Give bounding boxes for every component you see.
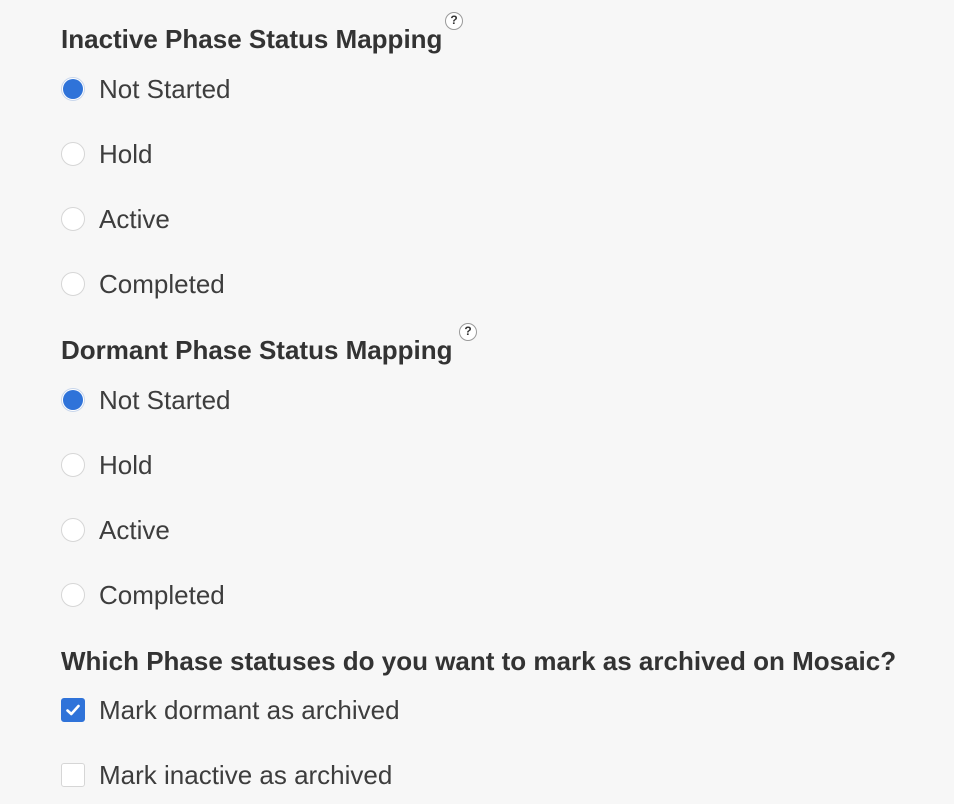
radio-unchecked-icon[interactable] (61, 272, 85, 296)
checkmark-icon (66, 704, 80, 716)
radio-unchecked-icon[interactable] (61, 207, 85, 231)
dormant-help-icon[interactable]: ? (459, 323, 477, 341)
dormant-option-active[interactable]: Active (61, 515, 170, 545)
radio-checked-icon[interactable] (61, 388, 85, 412)
radio-unchecked-icon[interactable] (61, 453, 85, 477)
dormant-option-hold[interactable]: Hold (61, 450, 152, 480)
checkbox-unchecked-icon[interactable] (61, 763, 85, 787)
dormant-option-not-started[interactable]: Not Started (61, 385, 231, 415)
radio-unchecked-icon[interactable] (61, 518, 85, 542)
mark-inactive-archived-option[interactable]: Mark inactive as archived (61, 760, 392, 790)
radio-checked-icon[interactable] (61, 77, 85, 101)
option-label: Mark dormant as archived (99, 694, 400, 725)
dormant-mapping-title: Dormant Phase Status Mapping (61, 335, 453, 365)
option-label: Hold (99, 449, 153, 480)
option-label: Active (99, 514, 170, 545)
mark-dormant-archived-option[interactable]: Mark dormant as archived (61, 695, 400, 725)
archive-question: Which Phase statuses do you want to mark… (61, 646, 897, 676)
radio-unchecked-icon[interactable] (61, 142, 85, 166)
inactive-help-icon[interactable]: ? (445, 12, 463, 30)
checkbox-checked-icon[interactable] (61, 698, 85, 722)
option-label: Completed (99, 579, 225, 610)
option-label: Completed (99, 268, 225, 299)
inactive-option-active[interactable]: Active (61, 204, 170, 234)
inactive-mapping-title: Inactive Phase Status Mapping (61, 24, 443, 54)
option-label: Mark inactive as archived (99, 759, 393, 790)
inactive-option-completed[interactable]: Completed (61, 269, 225, 299)
dormant-option-completed[interactable]: Completed (61, 580, 225, 610)
inactive-option-not-started[interactable]: Not Started (61, 74, 231, 104)
inactive-option-hold[interactable]: Hold (61, 139, 152, 169)
option-label: Not Started (99, 384, 231, 415)
option-label: Active (99, 203, 170, 234)
option-label: Not Started (99, 73, 231, 104)
radio-unchecked-icon[interactable] (61, 583, 85, 607)
settings-page: Inactive Phase Status Mapping ? Not Star… (0, 0, 954, 804)
option-label: Hold (99, 138, 153, 169)
